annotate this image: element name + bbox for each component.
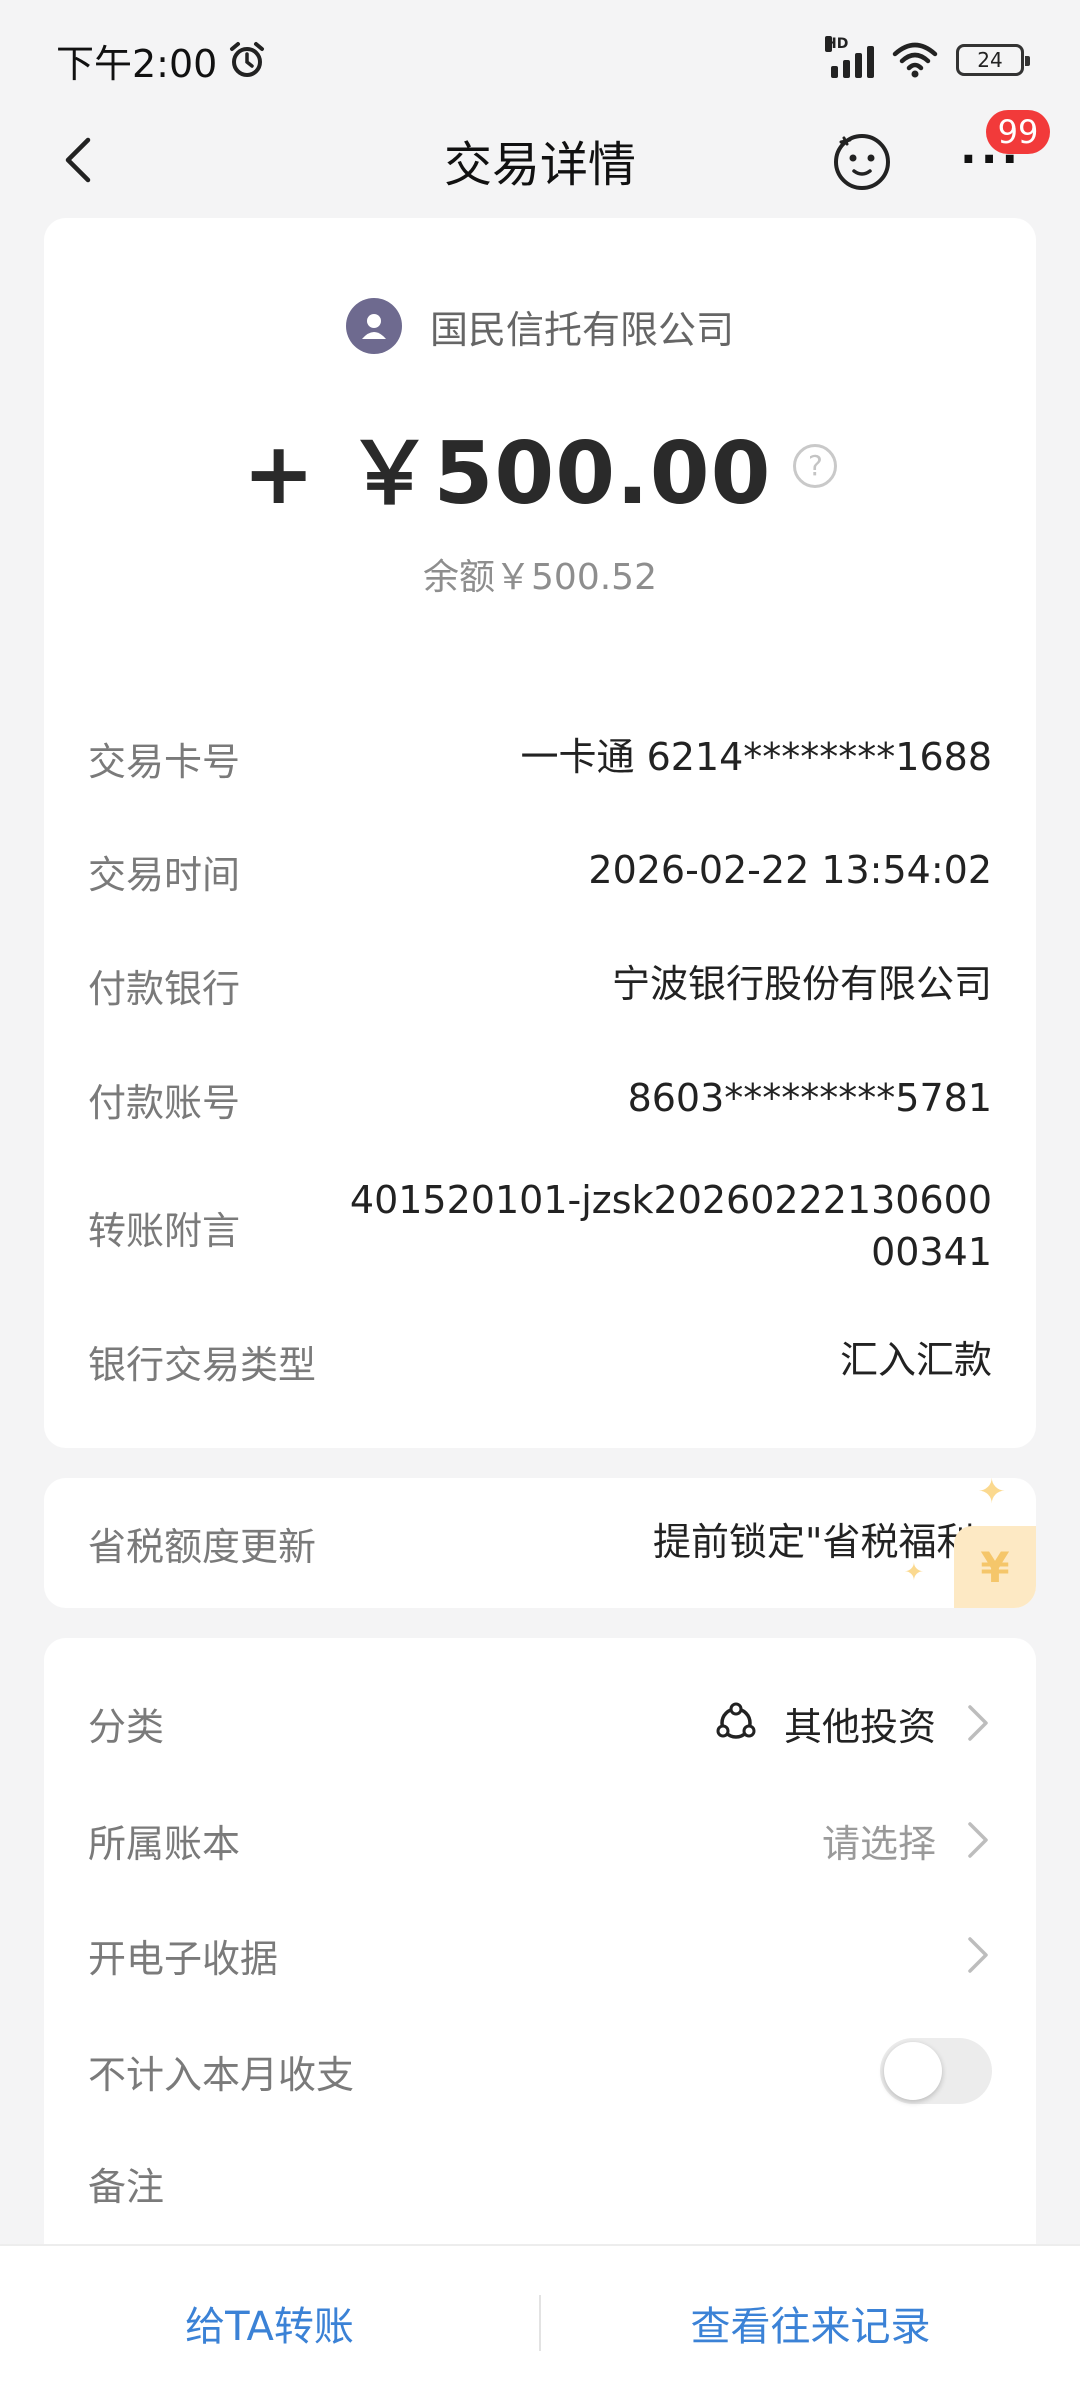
bottom-action-bar: 给TA转账 查看往来记录 — [0, 2244, 1080, 2400]
category-label: 分类 — [88, 1704, 165, 1749]
back-icon[interactable] — [54, 132, 110, 188]
note-row[interactable]: 备注 — [88, 2138, 992, 2228]
exclude-row: 不计入本月收支 — [88, 2026, 992, 2116]
battery-level: 24 — [977, 48, 1003, 72]
chevron-right-icon — [968, 1705, 988, 1741]
status-bar: 下午2:00 HD 24 — [0, 0, 1080, 120]
transfer-button[interactable]: 给TA转账 — [0, 2294, 539, 2352]
detail-row-transaction-type: 银行交易类型 汇入汇款 — [88, 1316, 992, 1406]
detail-label: 付款银行 — [88, 966, 241, 1011]
coin-icon: ¥ — [954, 1526, 1036, 1608]
wifi-icon — [892, 42, 938, 78]
ledger-right: 请选择 — [822, 1813, 992, 1868]
receipt-label: 开电子收据 — [88, 1936, 279, 1981]
status-time: 下午2:00 — [56, 41, 218, 86]
page-title: 交易详情 — [443, 137, 636, 193]
exclude-toggle[interactable] — [880, 2038, 992, 2104]
ledger-placeholder: 请选择 — [821, 1821, 936, 1866]
category-row[interactable]: 分类 其他投资 — [88, 1678, 992, 1768]
status-left: 下午2:00 — [56, 33, 267, 88]
receipt-row[interactable]: 开电子收据 — [88, 1910, 992, 2000]
sparkle-icon: ✦ — [977, 1478, 1007, 1512]
merchant-name: 国民信托有限公司 — [429, 307, 734, 352]
detail-value: 一卡通 6214********1688 — [520, 735, 993, 780]
detail-label: 交易时间 — [88, 852, 241, 897]
detail-label: 转账附言 — [88, 1208, 241, 1253]
detail-row-payer-account: 付款账号 8603*********5781 — [88, 1054, 992, 1144]
merchant-avatar-icon — [345, 298, 402, 354]
tax-value: 提前锁定"省税福利" — [653, 1520, 992, 1565]
tax-label: 省税额度更新 — [88, 1524, 317, 1569]
detail-label: 付款账号 — [88, 1080, 241, 1125]
history-button[interactable]: 查看往来记录 — [541, 2294, 1080, 2352]
detail-row-card-number: 交易卡号 一卡通 6214********1688 — [88, 713, 992, 803]
remark-line-1: 401520101-jzsk20260222130600 — [349, 1178, 992, 1223]
category-right: 其他投资 — [714, 1696, 992, 1751]
sparkle-icon: ✦ — [903, 1558, 924, 1586]
chevron-right-icon — [968, 1822, 988, 1858]
ledger-row[interactable]: 所属账本 请选择 — [88, 1795, 992, 1885]
remark-line-2: 00341 — [871, 1230, 992, 1274]
detail-value: 宁波银行股份有限公司 — [611, 962, 992, 1007]
amount-row: + ￥500.00 ? — [44, 403, 1036, 528]
battery-icon: 24 — [956, 44, 1030, 76]
toggle-knob — [884, 2042, 942, 2100]
notification-badge: 99 — [986, 110, 1050, 154]
detail-row-time: 交易时间 2026-02-22 13:54:02 — [88, 826, 992, 916]
detail-value: 401520101-jzsk20260222130600 00341 — [350, 1175, 992, 1278]
detail-value: 8603*********5781 — [627, 1076, 992, 1121]
detail-row-remark: 转账附言 401520101-jzsk20260222130600 00341 — [88, 1162, 992, 1292]
settings-card: 分类 其他投资 所属账本 请选择 开电子收据 不计入本月收支 备注 — [44, 1638, 1036, 2278]
assistant-icon[interactable] — [830, 128, 894, 192]
status-right: HD 24 — [825, 36, 1030, 78]
transaction-card: 国民信托有限公司 + ￥500.00 ? 余额￥500.52 交易卡号 一卡通 … — [44, 218, 1036, 1448]
detail-value: 汇入汇款 — [839, 1338, 992, 1383]
tax-card[interactable]: 省税额度更新 提前锁定"省税福利" ✦ ✦ ¥ — [44, 1478, 1036, 1608]
balance-text: 余额￥500.52 — [423, 557, 657, 598]
exclude-label: 不计入本月收支 — [88, 2052, 355, 2097]
category-value: 其他投资 — [783, 1704, 936, 1749]
transaction-amount: + ￥500.00 — [242, 424, 772, 524]
category-icon — [716, 1702, 756, 1739]
person-icon — [361, 314, 386, 339]
detail-value: 2026-02-22 13:54:02 — [588, 848, 992, 893]
merchant-row: 国民信托有限公司 — [44, 298, 1036, 354]
tax-row[interactable]: 省税额度更新 提前锁定"省税福利" — [88, 1478, 992, 1608]
detail-label: 银行交易类型 — [88, 1342, 317, 1387]
alarm-icon — [230, 42, 265, 77]
note-label: 备注 — [88, 2164, 165, 2209]
detail-label: 交易卡号 — [88, 739, 241, 784]
ledger-label: 所属账本 — [88, 1821, 241, 1866]
chevron-right-icon — [968, 1937, 988, 1973]
hd-label: HD — [825, 36, 849, 52]
cellular-signal-icon: HD — [825, 36, 874, 78]
detail-row-payer-bank: 付款银行 宁波银行股份有限公司 — [88, 940, 992, 1030]
nav-bar: 交易详情 ··· — [0, 110, 1080, 210]
help-icon[interactable]: ? — [793, 443, 838, 488]
